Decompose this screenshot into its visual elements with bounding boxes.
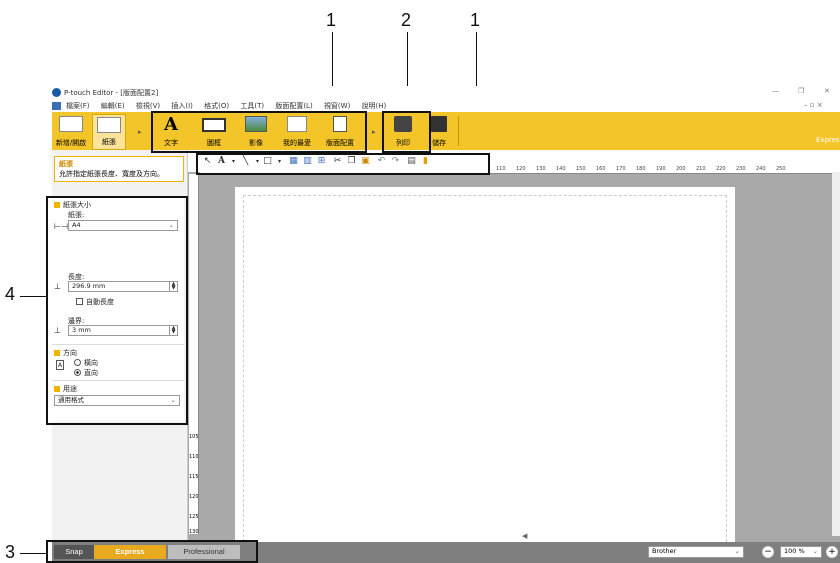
new-open-button[interactable]: 新增/開啟 bbox=[52, 114, 90, 150]
ruler-tick: 220 bbox=[716, 166, 726, 172]
ruler-tick: 240 bbox=[756, 166, 766, 172]
ruler-tick: 140 bbox=[556, 166, 566, 172]
ruler-tick: 150 bbox=[576, 166, 586, 172]
printer-select[interactable]: Brother ⌄ bbox=[648, 546, 744, 558]
ruler-tick: 250 bbox=[776, 166, 786, 172]
new-open-icon bbox=[59, 116, 83, 132]
callout-2-print: 2 bbox=[401, 10, 412, 30]
ruler-tick: 105 bbox=[189, 434, 199, 440]
menu-edit[interactable]: 編輯(E) bbox=[101, 102, 125, 110]
callout-4-properties: 4 bbox=[5, 284, 16, 304]
callout-1-draw-toolbar: 1 bbox=[470, 10, 481, 30]
ruler-tick: 130 bbox=[189, 529, 199, 535]
ruler-tick: 130 bbox=[536, 166, 546, 172]
paper-info-title: 紙張 bbox=[59, 160, 73, 168]
floppy-disk-icon bbox=[431, 116, 447, 132]
menu-tools[interactable]: 工具(T) bbox=[240, 102, 264, 110]
chevron-right-icon: ▸ bbox=[372, 128, 376, 136]
menu-window[interactable]: 視窗(W) bbox=[324, 102, 350, 110]
callout-box-mode bbox=[46, 540, 258, 563]
ruler-tick: 230 bbox=[736, 166, 746, 172]
chevron-down-icon: ⌄ bbox=[812, 547, 818, 555]
ruler-tick: 120 bbox=[189, 494, 199, 500]
paper-info-desc: 允許指定紙張長度、寬度及方向。 bbox=[59, 170, 164, 178]
ruler-tick: 190 bbox=[656, 166, 666, 172]
callout-1-text-tools: 1 bbox=[326, 10, 337, 30]
callout-line bbox=[20, 296, 46, 297]
ribbon-divider bbox=[458, 116, 459, 146]
window-title: P-touch Editor - [版面配置2] bbox=[64, 89, 159, 97]
new-open-label: 新增/開啟 bbox=[55, 139, 87, 147]
ruler-tick: 210 bbox=[696, 166, 706, 172]
paper-info-card: 紙張 允許指定紙張長度、寬度及方向。 bbox=[54, 156, 184, 182]
callout-box-print bbox=[382, 111, 431, 153]
printer-value: Brother bbox=[652, 547, 677, 555]
callout-box-ribbon-tools bbox=[151, 111, 367, 153]
zoom-in-icon[interactable]: + bbox=[826, 546, 838, 558]
mode-indicator: Expres bbox=[816, 136, 840, 144]
callout-box-draw-toolbar bbox=[196, 153, 490, 175]
paper-label: 紙張 bbox=[102, 138, 116, 146]
chevron-right-icon: ▸ bbox=[138, 128, 142, 136]
paper-icon bbox=[97, 117, 121, 133]
document-icon bbox=[52, 102, 61, 110]
ruler-tick: 125 bbox=[189, 514, 199, 520]
menu-view[interactable]: 檢視(V) bbox=[136, 102, 160, 110]
page-nav-icon[interactable]: ◀ bbox=[522, 532, 527, 540]
app-logo-icon bbox=[52, 88, 61, 97]
callout-box-properties bbox=[46, 196, 188, 425]
ruler-tick: 180 bbox=[636, 166, 646, 172]
ruler-tick: 110 bbox=[496, 166, 506, 172]
zoom-value: 100 % bbox=[784, 547, 805, 555]
paper-page[interactable] bbox=[235, 187, 735, 547]
zoom-select[interactable]: 100 % ⌄ bbox=[780, 546, 822, 558]
minimize-button[interactable]: — bbox=[772, 87, 779, 95]
callout-line bbox=[20, 553, 46, 554]
ruler-tick: 200 bbox=[676, 166, 686, 172]
paper-button[interactable]: 紙張 bbox=[92, 114, 126, 150]
printable-area bbox=[243, 195, 727, 547]
ruler-tick: 110 bbox=[189, 454, 199, 460]
ruler-tick: 115 bbox=[189, 474, 199, 480]
figure-stage: 1 2 1 4 3 P-touch Editor - [版面配置2] — ❐ ✕… bbox=[0, 0, 840, 563]
title-bar: P-touch Editor - [版面配置2] — ❐ ✕ bbox=[52, 86, 840, 100]
ruler-tick: 120 bbox=[516, 166, 526, 172]
menu-format[interactable]: 格式(O) bbox=[204, 102, 229, 110]
menu-help[interactable]: 說明(H) bbox=[362, 102, 387, 110]
menu-file[interactable]: 檔案(F) bbox=[66, 102, 90, 110]
mdi-controls[interactable]: – ▫ × bbox=[804, 101, 823, 109]
menu-insert[interactable]: 插入(I) bbox=[171, 102, 193, 110]
vertical-scrollbar[interactable] bbox=[832, 172, 840, 536]
maximize-button[interactable]: ❐ bbox=[798, 87, 804, 95]
callout-3-mode: 3 bbox=[5, 542, 16, 562]
zoom-out-icon[interactable]: − bbox=[762, 546, 774, 558]
ruler-tick: 160 bbox=[596, 166, 606, 172]
ruler-tick: 170 bbox=[616, 166, 626, 172]
close-button[interactable]: ✕ bbox=[824, 87, 830, 95]
menu-layout[interactable]: 版面配置(L) bbox=[275, 102, 312, 110]
chevron-down-icon: ⌄ bbox=[734, 547, 740, 555]
menu-items: 檔案(F) 編輯(E) 檢視(V) 插入(I) 格式(O) 工具(T) 版面配置… bbox=[66, 101, 395, 111]
vertical-ruler: 105 110 115 120 125 130 bbox=[189, 174, 199, 535]
